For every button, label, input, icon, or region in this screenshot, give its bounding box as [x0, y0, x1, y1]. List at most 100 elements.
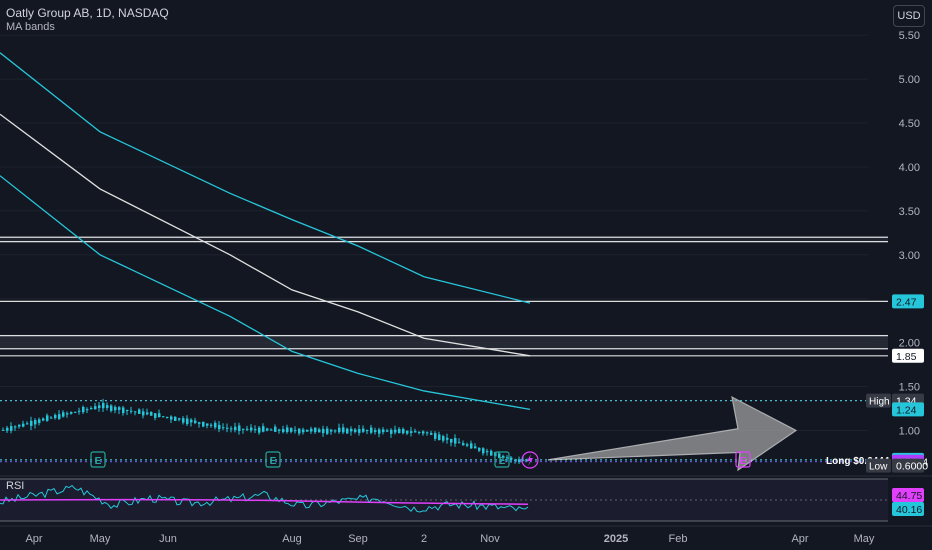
- candle-body: [446, 437, 449, 440]
- candle-body: [242, 428, 245, 430]
- rsi-label[interactable]: RSI: [6, 480, 24, 492]
- candle-body: [34, 420, 37, 425]
- candle-body: [186, 418, 189, 425]
- candle-body: [210, 424, 213, 426]
- time-tick-label: Apr: [791, 533, 808, 545]
- candle-body: [394, 429, 397, 433]
- candle-body: [94, 406, 97, 410]
- price-tick-label: 1.00: [899, 425, 920, 437]
- candle-body: [274, 426, 277, 432]
- candle-body: [434, 433, 437, 439]
- candle-body: [422, 431, 425, 434]
- candle-body: [450, 438, 453, 443]
- candle-body: [46, 415, 49, 421]
- time-tick-label: 2025: [604, 533, 628, 545]
- price-label: 1.85: [892, 348, 924, 363]
- candle-body: [418, 431, 421, 433]
- candle-body: [426, 432, 429, 434]
- candle-body: [474, 446, 477, 449]
- candle-body: [270, 429, 273, 431]
- candle-body: [234, 426, 237, 431]
- price-tick-label: 1.50: [899, 382, 920, 394]
- candle-body: [174, 416, 177, 421]
- chart-canvas[interactable]: Long $0.6444 EEEE 5.505.004.504.003.503.…: [0, 0, 932, 550]
- rsi-value-text: 40.16: [896, 504, 922, 516]
- candle-body: [314, 427, 317, 433]
- candle-body: [126, 409, 129, 411]
- candle-body: [514, 459, 517, 461]
- candle-body: [378, 429, 381, 434]
- candle-body: [78, 410, 81, 412]
- indicator-label[interactable]: MA bands: [6, 21, 55, 33]
- candle-body: [250, 427, 253, 431]
- candle-body: [518, 459, 521, 463]
- candle-body: [230, 428, 233, 430]
- candle-body: [166, 416, 169, 418]
- candle-body: [402, 428, 405, 434]
- candle-body: [194, 420, 197, 423]
- candle-body: [214, 422, 217, 428]
- candle-body: [42, 418, 45, 421]
- candle-body: [490, 450, 493, 456]
- earnings-letter: E: [499, 456, 506, 467]
- candle-body: [258, 427, 261, 433]
- candle-body: [486, 451, 489, 453]
- candle-body: [370, 427, 373, 433]
- rsi-value-text: 44.75: [896, 490, 922, 502]
- price-label: 1.24: [892, 402, 924, 417]
- candle-body: [406, 430, 409, 434]
- rsi-value-label: 44.75: [892, 488, 924, 502]
- candle-body: [350, 428, 353, 432]
- price-label-text: 1.24: [896, 404, 917, 416]
- candle-body: [70, 411, 73, 414]
- candle-body: [182, 418, 185, 423]
- earnings-letter: E: [740, 456, 747, 467]
- candle-body: [342, 427, 345, 433]
- candle-body: [358, 429, 361, 433]
- candle-body: [14, 426, 17, 428]
- candle-body: [438, 434, 441, 441]
- candle-body: [222, 427, 225, 429]
- candle-body: [398, 428, 401, 434]
- time-tick-label: Feb: [669, 533, 688, 545]
- candle-body: [506, 457, 509, 459]
- price-tag-text: Low: [869, 462, 888, 473]
- candle-body: [262, 426, 265, 432]
- chart-background: [0, 0, 932, 550]
- candle-body: [58, 414, 61, 419]
- candle-body: [466, 444, 469, 446]
- candle-body: [302, 429, 305, 433]
- candle-body: [114, 407, 117, 411]
- candle-body: [414, 431, 417, 433]
- candle-body: [10, 426, 13, 431]
- price-tick-label: 4.50: [899, 118, 920, 130]
- candle-body: [306, 429, 309, 432]
- time-tick-label: Aug: [282, 533, 302, 545]
- time-tick-label: Jun: [159, 533, 177, 545]
- candle-body: [366, 430, 369, 432]
- time-tick-label: Sep: [348, 533, 368, 545]
- candle-body: [102, 402, 105, 409]
- candle-body: [2, 429, 5, 431]
- candle-body: [130, 410, 133, 412]
- candle-body: [326, 428, 329, 434]
- candle-body: [138, 409, 141, 414]
- time-tick-label: May: [854, 533, 875, 545]
- symbol-title[interactable]: Oatly Group AB, 1D, NASDAQ: [6, 6, 169, 20]
- candle-body: [202, 421, 205, 427]
- candle-body: [154, 413, 157, 418]
- candle-body: [118, 407, 121, 410]
- candle-body: [106, 405, 109, 408]
- price-label: 2.47: [892, 294, 924, 309]
- candle-body: [362, 428, 365, 432]
- candle-body: [82, 406, 85, 413]
- candle-body: [310, 428, 313, 432]
- currency-button[interactable]: USD: [893, 5, 925, 27]
- candle-body: [470, 443, 473, 449]
- candle-body: [190, 419, 193, 423]
- candle-body: [74, 411, 77, 413]
- time-tick-label: May: [90, 533, 111, 545]
- candle-body: [18, 424, 21, 427]
- candle-body: [86, 409, 89, 411]
- candle-body: [410, 431, 413, 433]
